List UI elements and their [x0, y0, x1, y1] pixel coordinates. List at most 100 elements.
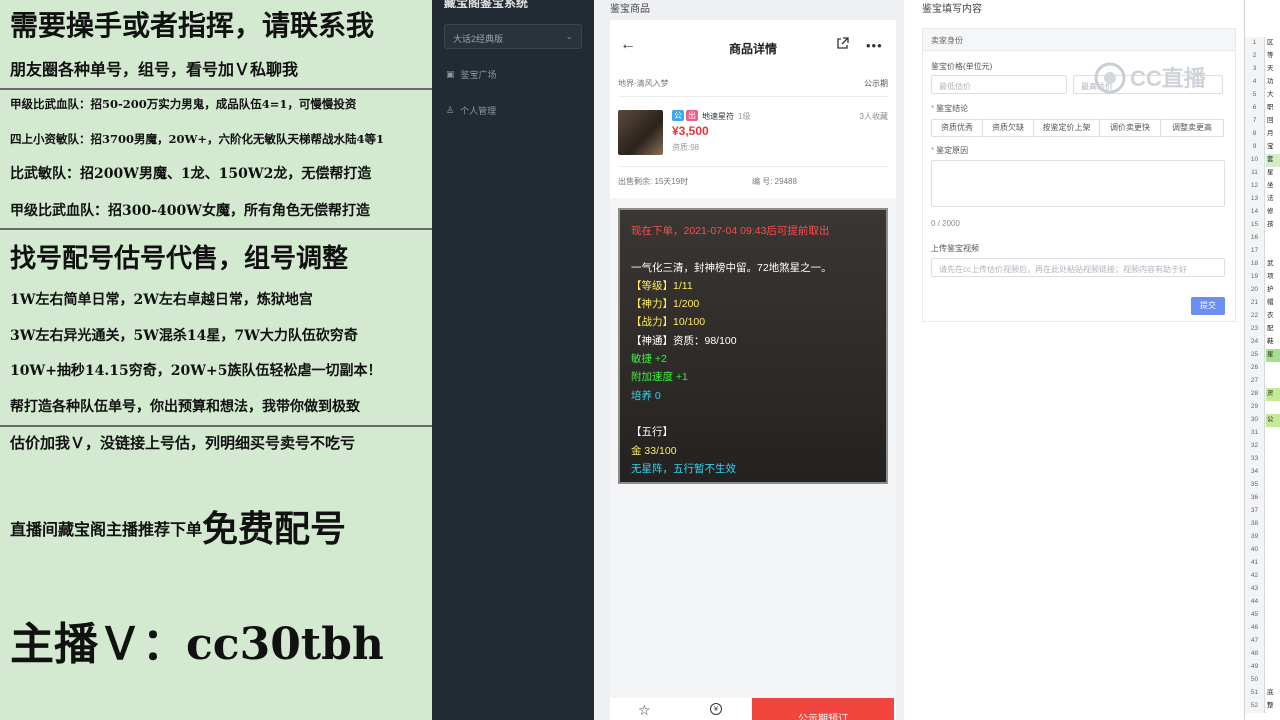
sheet-row[interactable]: 17	[1245, 245, 1280, 258]
sheet-cell[interactable]: 孩	[1266, 219, 1280, 232]
sheet-cell[interactable]: 项	[1266, 271, 1280, 284]
sheet-row[interactable]: 35	[1245, 479, 1280, 492]
sheet-row[interactable]: 24 鞋	[1245, 336, 1280, 349]
sheet-row[interactable]: 39	[1245, 531, 1280, 544]
sheet-cell[interactable]	[1266, 544, 1280, 557]
sheet-row[interactable]: 9宝	[1245, 141, 1280, 154]
sheet-row[interactable]: 34	[1245, 466, 1280, 479]
sheet-row[interactable]: 45	[1245, 609, 1280, 622]
sheet-row[interactable]: 36	[1245, 492, 1280, 505]
sheet-row[interactable]: 48	[1245, 648, 1280, 661]
sheet-row[interactable]: 50	[1245, 674, 1280, 687]
sheet-cell[interactable]	[1266, 440, 1280, 453]
sheet-row[interactable]: 44	[1245, 596, 1280, 609]
sheet-row[interactable]: 22 衣	[1245, 310, 1280, 323]
min-price-input[interactable]: 最低估价	[931, 75, 1067, 94]
sheet-row[interactable]: 40	[1245, 544, 1280, 557]
star-icon[interactable]: ☆	[638, 702, 651, 719]
conclusion-button[interactable]: 调价卖更快	[1099, 119, 1161, 137]
conclusion-button[interactable]: 按鉴定价上架	[1033, 119, 1100, 137]
video-link-input[interactable]: 请先在cc上传估价视频后，再在此处粘贴视频链接；视频内容有助于好	[931, 258, 1225, 277]
sheet-cell[interactable]	[1266, 609, 1280, 622]
sheet-row[interactable]: 46	[1245, 622, 1280, 635]
sheet-row[interactable]: 8月	[1245, 128, 1280, 141]
sheet-cell[interactable]: 天	[1266, 63, 1280, 76]
sheet-cell[interactable]	[1266, 648, 1280, 661]
sheet-cell[interactable]	[1266, 570, 1280, 583]
sheet-cell[interactable]	[1266, 245, 1280, 258]
sheet-row[interactable]: 31	[1245, 427, 1280, 440]
sheet-row[interactable]: 28 灵	[1245, 388, 1280, 401]
sheet-row[interactable]: 37	[1245, 505, 1280, 518]
sheet-cell[interactable]: 法	[1266, 193, 1280, 206]
sheet-row[interactable]: 47	[1245, 635, 1280, 648]
sheet-cell[interactable]: 护	[1266, 284, 1280, 297]
sheet-cell[interactable]: 套	[1266, 154, 1280, 167]
sheet-row[interactable]: 11 星	[1245, 167, 1280, 180]
sheet-row[interactable]: 19 项	[1245, 271, 1280, 284]
sheet-row[interactable]: 42	[1245, 570, 1280, 583]
sheet-row[interactable]: 18 武	[1245, 258, 1280, 271]
sheet-cell[interactable]	[1266, 427, 1280, 440]
reason-textarea[interactable]	[931, 160, 1225, 207]
sheet-cell[interactable]: 衣	[1266, 310, 1280, 323]
sheet-row[interactable]: 16	[1245, 232, 1280, 245]
sheet-cell[interactable]: 月	[1266, 128, 1280, 141]
sheet-cell[interactable]: 帽	[1266, 297, 1280, 310]
sheet-cell[interactable]: 配	[1266, 323, 1280, 336]
sheet-cell[interactable]: 回	[1266, 115, 1280, 128]
sheet-cell[interactable]: 职	[1266, 102, 1280, 115]
sheet-row[interactable]: 4功	[1245, 76, 1280, 89]
conclusion-button[interactable]: 调整卖更高	[1160, 119, 1224, 137]
sidebar-item-personal[interactable]: ♙ 个人管理	[446, 102, 496, 118]
reserve-button[interactable]: 公示期预订	[752, 698, 894, 720]
sheet-row[interactable]: 38	[1245, 518, 1280, 531]
server-select[interactable]: 大话2经典版 ⌄	[444, 24, 582, 49]
sheet-cell[interactable]: 等	[1266, 50, 1280, 63]
sheet-cell[interactable]: 星	[1266, 349, 1280, 362]
sheet-cell[interactable]	[1266, 661, 1280, 674]
sheet-row[interactable]: 27	[1245, 375, 1280, 388]
sheet-cell[interactable]: 区	[1266, 37, 1280, 50]
sheet-cell[interactable]	[1266, 674, 1280, 687]
sheet-row[interactable]: 5大	[1245, 89, 1280, 102]
sheet-row[interactable]: 7回	[1245, 115, 1280, 128]
sheet-cell[interactable]: 整	[1266, 700, 1280, 713]
sheet-cell[interactable]	[1266, 596, 1280, 609]
sheet-row[interactable]: 32	[1245, 440, 1280, 453]
sheet-cell[interactable]: 大	[1266, 89, 1280, 102]
sheet-cell[interactable]: 鞋	[1266, 336, 1280, 349]
sheet-row[interactable]: 51 底	[1245, 687, 1280, 700]
sheet-row[interactable]: 2等	[1245, 50, 1280, 63]
sheet-row[interactable]: 23 配	[1245, 323, 1280, 336]
sheet-cell[interactable]: 宝	[1266, 141, 1280, 154]
sheet-cell[interactable]	[1266, 401, 1280, 414]
sheet-cell[interactable]	[1266, 583, 1280, 596]
sheet-row[interactable]: 1区	[1245, 37, 1280, 50]
sheet-cell[interactable]	[1266, 479, 1280, 492]
sheet-cell[interactable]: 坐	[1266, 180, 1280, 193]
sheet-row[interactable]: 20 护	[1245, 284, 1280, 297]
sheet-row[interactable]: 14 修	[1245, 206, 1280, 219]
sheet-row[interactable]: 30 公	[1245, 414, 1280, 427]
sheet-cell[interactable]	[1266, 232, 1280, 245]
sheet-cell[interactable]	[1266, 453, 1280, 466]
sheet-row[interactable]: 12 坐	[1245, 180, 1280, 193]
sheet-cell[interactable]	[1266, 635, 1280, 648]
sheet-cell[interactable]	[1266, 362, 1280, 375]
sidebar-item-square[interactable]: ▣ 鉴宝广场	[446, 66, 497, 82]
conclusion-button[interactable]: 资质欠缺	[982, 119, 1034, 137]
sheet-cell[interactable]	[1266, 531, 1280, 544]
sheet-cell[interactable]	[1266, 466, 1280, 479]
sheet-row[interactable]: 41	[1245, 557, 1280, 570]
sheet-row[interactable]: 25 星	[1245, 349, 1280, 362]
coin-icon[interactable]: ¥	[710, 703, 722, 715]
sheet-row[interactable]: 29	[1245, 401, 1280, 414]
share-icon[interactable]	[836, 37, 849, 55]
sheet-cell[interactable]	[1266, 492, 1280, 505]
more-icon[interactable]: •••	[866, 38, 883, 53]
sheet-row[interactable]: 52 整	[1245, 700, 1280, 713]
sheet-cell[interactable]: 公	[1266, 414, 1280, 427]
sheet-row[interactable]: 10 套	[1245, 154, 1280, 167]
sheet-row[interactable]: 49	[1245, 661, 1280, 674]
